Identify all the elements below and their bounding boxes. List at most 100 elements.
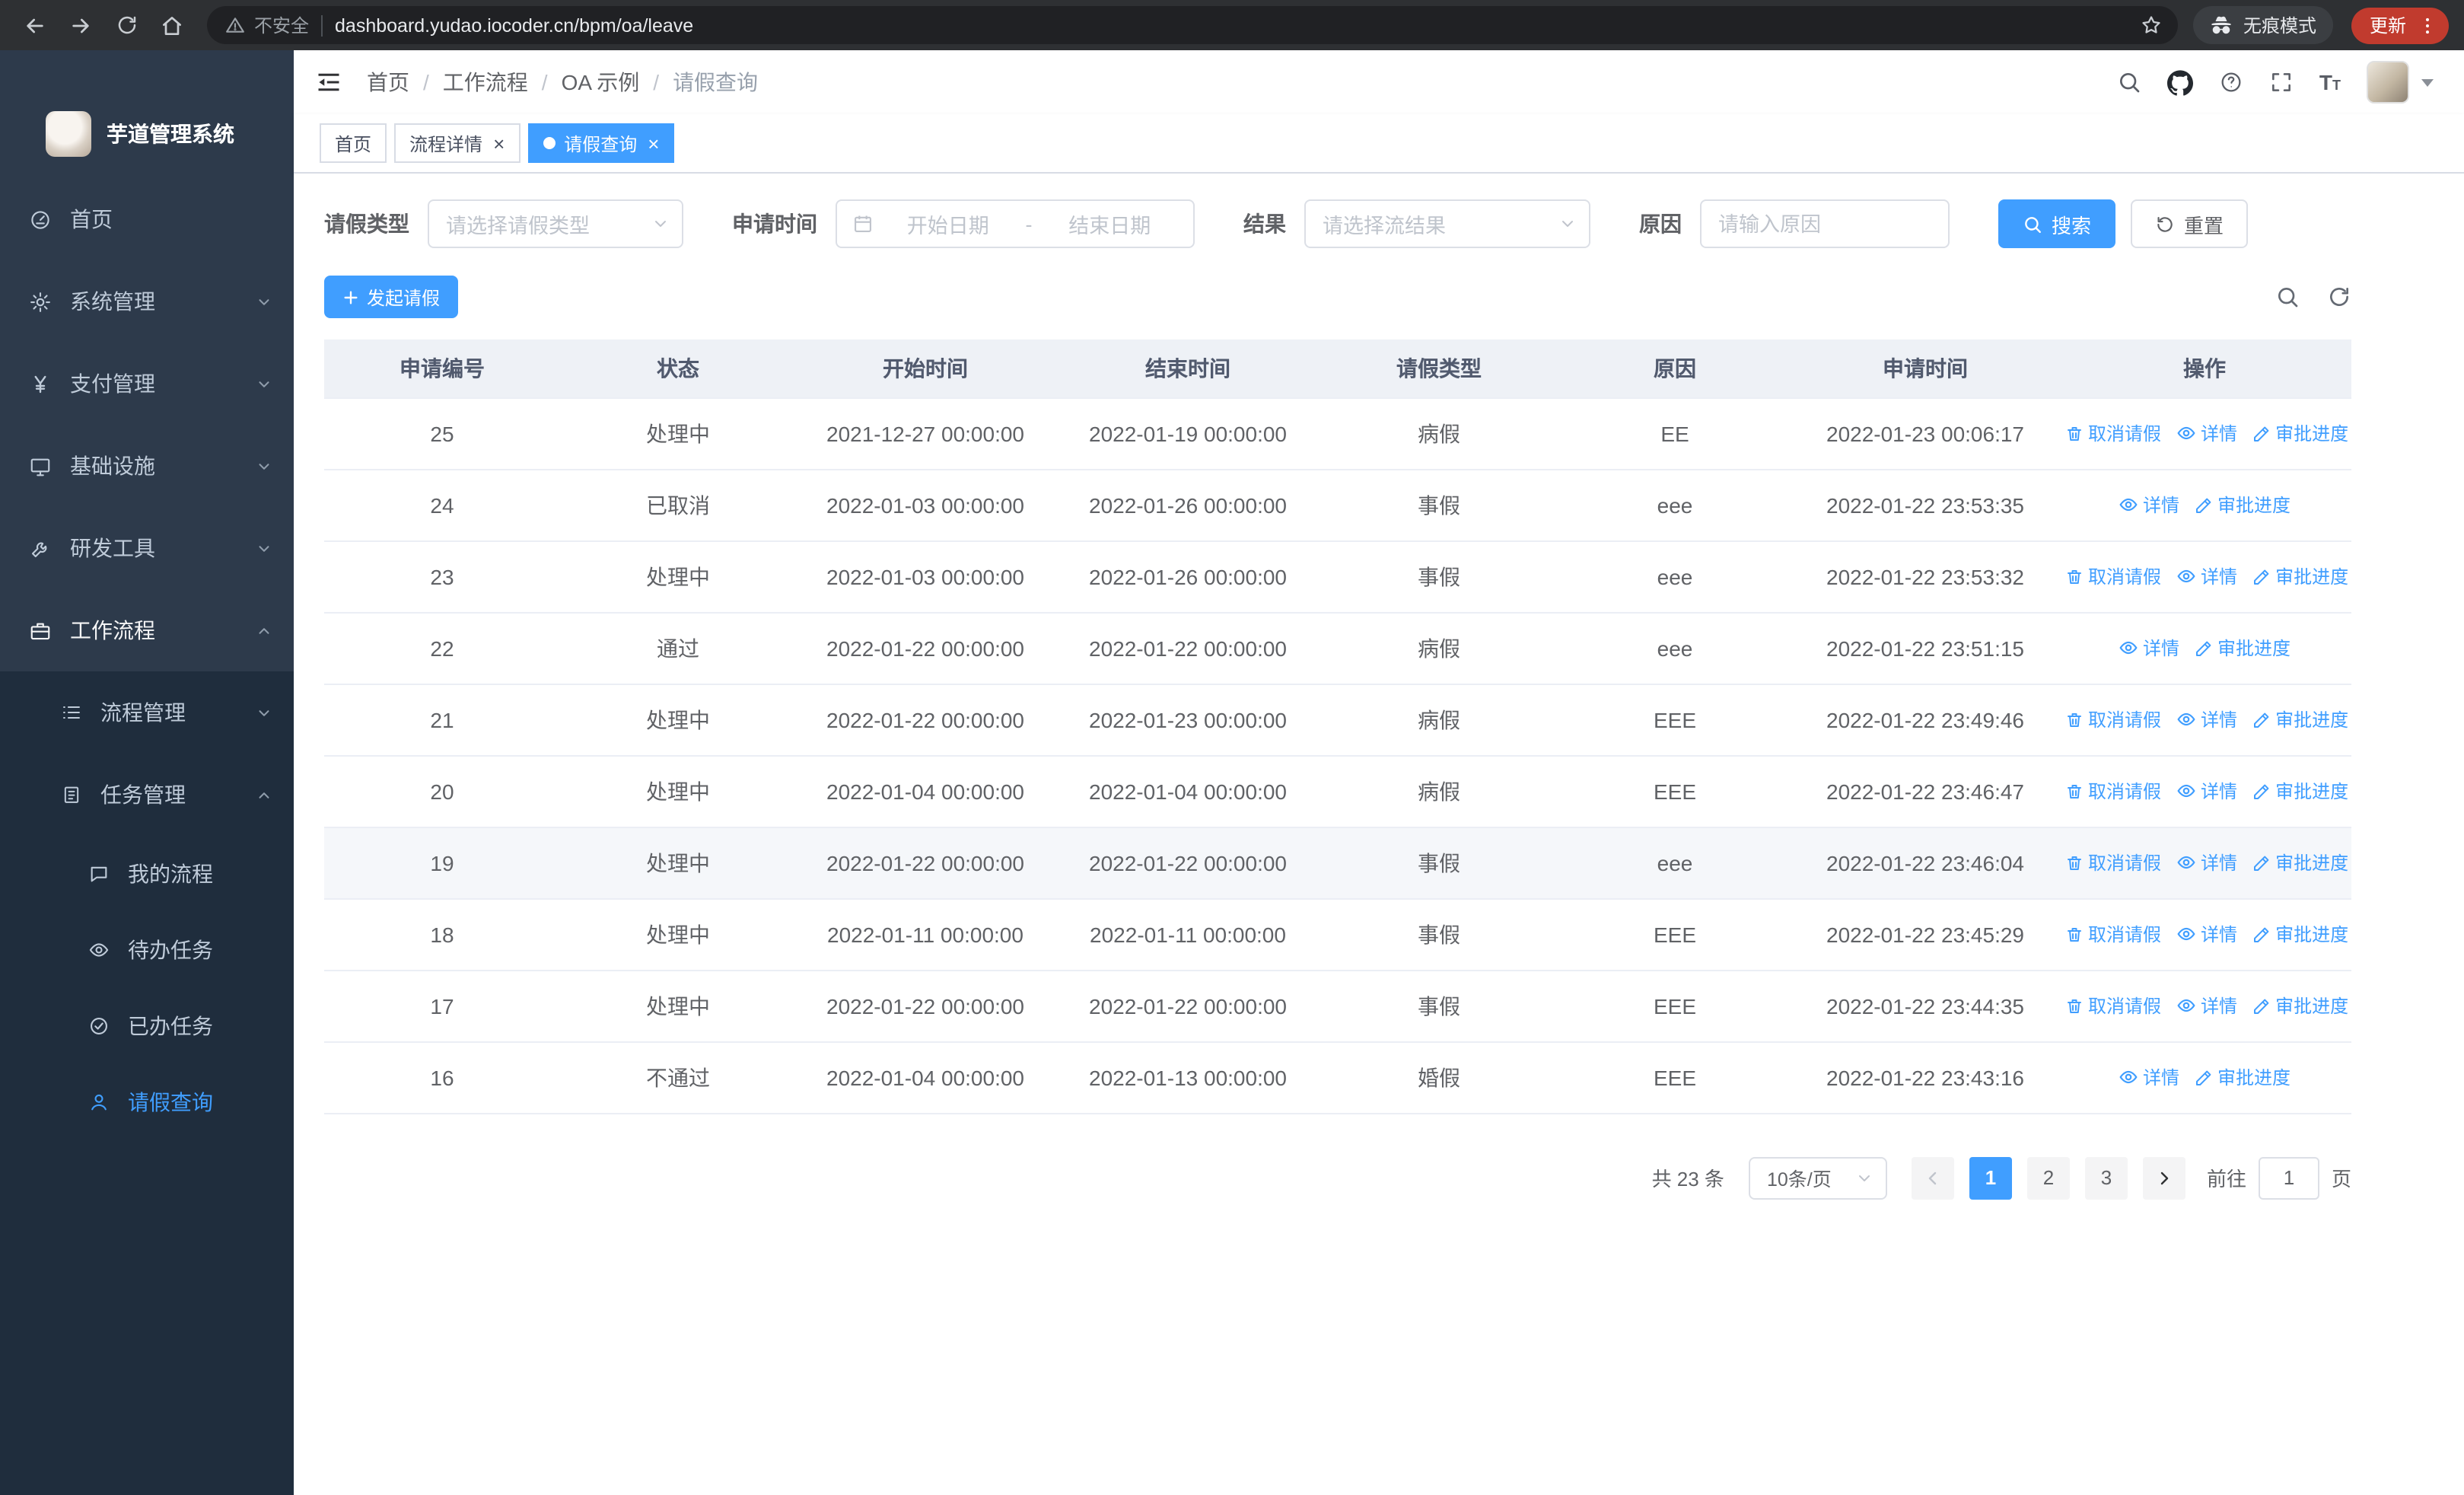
browser-update-button[interactable]: 更新 [2351, 7, 2449, 43]
sidebar-collapse-button[interactable] [315, 69, 342, 96]
prev-page-button[interactable] [1911, 1156, 1954, 1199]
table-row[interactable]: 21 处理中 2022-01-22 00:00:00 2022-01-23 00… [324, 684, 2351, 756]
github-link-button[interactable] [2166, 69, 2193, 95]
close-icon[interactable]: × [648, 133, 659, 153]
row-action-progress-link[interactable]: 审批进度 [2195, 492, 2291, 518]
user-menu[interactable] [2367, 61, 2434, 104]
row-action-detail-link[interactable]: 详情 [2176, 420, 2237, 446]
app-logo-row[interactable]: 芋道管理系统 [0, 50, 294, 178]
row-action-cancel-link[interactable]: 取消请假 [2065, 420, 2161, 446]
row-action-progress-link[interactable]: 审批进度 [2252, 563, 2348, 589]
reset-button[interactable]: 重置 [2131, 199, 2249, 248]
breadcrumb-item-home[interactable]: 首页 [367, 67, 409, 97]
sidebar-item-workflow[interactable]: 工作流程 [0, 589, 294, 671]
edit-icon [2252, 782, 2271, 800]
sidebar-item-payment[interactable]: 支付管理 [0, 343, 294, 425]
address-bar[interactable]: 不安全 dashboard.yudao.iocoder.cn/bpm/oa/le… [207, 6, 2178, 44]
row-action-detail-link[interactable]: 详情 [2119, 635, 2179, 661]
chevron-down-icon [256, 704, 272, 721]
sidebar-item-infrastructure[interactable]: 基础设施 [0, 425, 294, 507]
header-search-button[interactable] [2117, 70, 2141, 94]
row-action-detail-link[interactable]: 详情 [2176, 993, 2237, 1018]
forward-button[interactable] [61, 5, 100, 45]
tab-leave-query[interactable]: 请假查询 × [527, 123, 675, 163]
close-icon[interactable]: × [493, 133, 505, 153]
leave-type-select[interactable]: 请选择请假类型 [428, 199, 683, 248]
row-action-progress-link[interactable]: 审批进度 [2195, 635, 2291, 661]
sidebar-item-todo-tasks[interactable]: 待办任务 [0, 912, 294, 988]
row-action-cancel-link[interactable]: 取消请假 [2065, 993, 2161, 1018]
create-leave-button[interactable]: 发起请假 [324, 276, 459, 318]
row-action-label: 取消请假 [2088, 423, 2162, 445]
sidebar-item-process-management[interactable]: 流程管理 [0, 671, 294, 754]
home-button[interactable] [152, 5, 192, 45]
row-action-detail-link[interactable]: 详情 [2176, 563, 2237, 589]
page-3-button[interactable]: 3 [2084, 1156, 2128, 1199]
sidebar-item-leave-query[interactable]: 请假查询 [0, 1064, 294, 1140]
table-row[interactable]: 24 已取消 2022-01-03 00:00:00 2022-01-26 00… [324, 469, 2351, 541]
breadcrumb-item-workflow[interactable]: 工作流程 [443, 67, 528, 97]
row-action-detail-link[interactable]: 详情 [2119, 1064, 2179, 1090]
row-action-progress-link[interactable]: 审批进度 [2252, 921, 2348, 947]
row-action-detail-link[interactable]: 详情 [2176, 850, 2237, 875]
main-area: 首页 / 工作流程 / OA 示例 / 请假查询 T T 首页 流程详情 × 请… [294, 50, 2464, 1495]
cell-leave-type: 病假 [1321, 612, 1557, 684]
reload-button[interactable] [107, 5, 146, 45]
row-action-cancel-link[interactable]: 取消请假 [2065, 563, 2161, 589]
apply-time-range-picker[interactable]: 开始日期 - 结束日期 [836, 199, 1195, 248]
page-size-select[interactable]: 10条/页 [1748, 1156, 1887, 1199]
row-action-progress-link[interactable]: 审批进度 [2252, 850, 2348, 875]
breadcrumb-item-oa-example[interactable]: OA 示例 [562, 67, 640, 97]
table-row[interactable]: 20 处理中 2022-01-04 00:00:00 2022-01-04 00… [324, 755, 2351, 827]
sidebar-item-devtools[interactable]: 研发工具 [0, 507, 294, 589]
sidebar-item-done-tasks[interactable]: 已办任务 [0, 988, 294, 1064]
refresh-table-button[interactable] [2327, 285, 2351, 309]
row-action-cancel-link[interactable]: 取消请假 [2065, 850, 2161, 875]
table-row[interactable]: 18 处理中 2022-01-11 00:00:00 2022-01-11 00… [324, 898, 2351, 971]
search-button[interactable]: 搜索 [1998, 199, 2116, 248]
tab-process-detail[interactable]: 流程详情 × [394, 123, 520, 163]
reason-input[interactable] [1700, 199, 1950, 248]
table-row[interactable]: 23 处理中 2022-01-03 00:00:00 2022-01-26 00… [324, 540, 2351, 613]
row-action-cancel-link[interactable]: 取消请假 [2065, 778, 2161, 804]
cell-leave-type: 婚假 [1321, 1041, 1557, 1114]
trash-icon [2065, 782, 2084, 800]
result-select[interactable]: 请选择流结果 [1304, 199, 1590, 248]
row-action-progress-link[interactable]: 审批进度 [2252, 420, 2348, 446]
table-row[interactable]: 22 通过 2022-01-22 00:00:00 2022-01-22 00:… [324, 612, 2351, 684]
goto-page-input[interactable] [2258, 1156, 2319, 1199]
row-action-detail-link[interactable]: 详情 [2176, 921, 2237, 947]
back-button[interactable] [15, 5, 55, 45]
table-row[interactable]: 17 处理中 2022-01-22 00:00:00 2022-01-22 00… [324, 970, 2351, 1042]
help-button[interactable] [2219, 70, 2243, 94]
sidebar-item-system[interactable]: 系统管理 [0, 260, 294, 343]
table-row[interactable]: 19 处理中 2022-01-22 00:00:00 2022-01-22 00… [324, 827, 2351, 899]
sidebar-item-my-process[interactable]: 我的流程 [0, 836, 294, 912]
sidebar-item-home[interactable]: 首页 [0, 178, 294, 260]
toggle-search-button[interactable] [2275, 285, 2300, 309]
row-action-progress-link[interactable]: 审批进度 [2195, 1064, 2291, 1090]
row-action-progress-link[interactable]: 审批进度 [2252, 778, 2348, 804]
bookmark-star-button[interactable] [2135, 8, 2169, 42]
row-action-progress-link[interactable]: 审批进度 [2252, 706, 2348, 732]
page-1-button[interactable]: 1 [1969, 1156, 2012, 1199]
sidebar-item-task-management[interactable]: 任务管理 [0, 754, 294, 836]
row-action-cancel-link[interactable]: 取消请假 [2065, 921, 2161, 947]
warning-triangle-icon [226, 18, 244, 33]
cell-leave-type: 病假 [1321, 397, 1557, 470]
row-action-progress-link[interactable]: 审批进度 [2252, 993, 2348, 1018]
table-row[interactable]: 16 不通过 2022-01-04 00:00:00 2022-01-13 00… [324, 1041, 2351, 1114]
security-chip[interactable]: 不安全 [225, 12, 309, 38]
create-leave-label: 发起请假 [367, 287, 441, 308]
tab-home[interactable]: 首页 [320, 123, 387, 163]
next-page-button[interactable] [2142, 1156, 2185, 1199]
row-action-cancel-link[interactable]: 取消请假 [2065, 706, 2161, 732]
row-action-detail-link[interactable]: 详情 [2176, 778, 2237, 804]
fullscreen-button[interactable] [2269, 70, 2294, 94]
page-2-button[interactable]: 2 [2026, 1156, 2070, 1199]
row-action-detail-link[interactable]: 详情 [2119, 492, 2179, 518]
cell-reason: EEE [1557, 1041, 1793, 1114]
font-size-button[interactable]: TT [2319, 70, 2341, 94]
table-row[interactable]: 25 处理中 2021-12-27 00:00:00 2022-01-19 00… [324, 397, 2351, 470]
row-action-detail-link[interactable]: 详情 [2176, 706, 2237, 732]
